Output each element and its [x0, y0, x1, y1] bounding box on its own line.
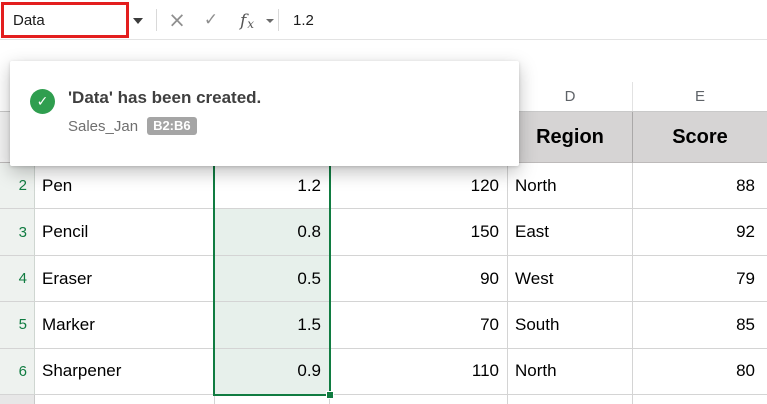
- cell-e7[interactable]: [633, 395, 767, 404]
- cell-b4[interactable]: 0.5: [215, 256, 330, 302]
- insert-function-button[interactable]: f x: [231, 0, 263, 40]
- cell-d2[interactable]: North: [508, 163, 633, 209]
- name-box-value: Data: [13, 12, 45, 29]
- column-header-d[interactable]: D: [508, 82, 633, 111]
- cancel-icon[interactable]: ×: [162, 0, 192, 40]
- cell-a4[interactable]: Eraser: [35, 256, 215, 302]
- fx-label-x: x: [247, 17, 254, 31]
- cell-b2[interactable]: 1.2: [215, 163, 330, 209]
- cell-a6[interactable]: Sharpener: [35, 349, 215, 395]
- cell-d6[interactable]: North: [508, 349, 633, 395]
- cell-c7[interactable]: [330, 395, 508, 404]
- toast-title: 'Data' has been created.: [68, 88, 261, 108]
- cell-c5[interactable]: 70: [330, 302, 508, 348]
- fx-label-f: f: [240, 11, 246, 31]
- cell-a2[interactable]: Pen: [35, 163, 215, 209]
- cell-e3[interactable]: 92: [633, 209, 767, 255]
- cell-b3[interactable]: 0.8: [215, 209, 330, 255]
- cell-e1-score[interactable]: Score: [633, 112, 767, 163]
- name-box[interactable]: Data: [4, 5, 124, 35]
- cell-d3[interactable]: East: [508, 209, 633, 255]
- sheet-name: Sales_Jan: [68, 118, 138, 135]
- row-header-3[interactable]: 3: [0, 209, 35, 255]
- formula-bar: Data × ✓ f x 1.2: [0, 0, 767, 40]
- cell-a5[interactable]: Marker: [35, 302, 215, 348]
- spreadsheet-app: Data × ✓ f x 1.2 D E Region Score 2: [0, 0, 767, 404]
- formula-input[interactable]: 1.2: [293, 0, 314, 40]
- cell-b6[interactable]: 0.9: [215, 349, 330, 395]
- divider: [278, 9, 279, 31]
- row-header-4[interactable]: 4: [0, 256, 35, 302]
- table-row: 6 Sharpener 0.9 110 North 80: [0, 349, 767, 395]
- row-header-5[interactable]: 5: [0, 302, 35, 348]
- row-header-2[interactable]: 2: [0, 163, 35, 209]
- cell-c6[interactable]: 110: [330, 349, 508, 395]
- cell-b5[interactable]: 1.5: [215, 302, 330, 348]
- data-rows: 2 Pen 1.2 120 North 88 3 Pencil 0.8 150 …: [0, 163, 767, 395]
- confirm-icon[interactable]: ✓: [196, 0, 226, 40]
- cell-d7[interactable]: [508, 395, 633, 404]
- column-header-e[interactable]: E: [633, 82, 767, 111]
- cell-d4[interactable]: West: [508, 256, 633, 302]
- cell-e5[interactable]: 85: [633, 302, 767, 348]
- toast-notification: ✓ 'Data' has been created. Sales_Jan B2:…: [10, 61, 519, 166]
- cell-c3[interactable]: 150: [330, 209, 508, 255]
- fx-dropdown-chevron-icon[interactable]: [266, 19, 274, 23]
- table-row: 5 Marker 1.5 70 South 85: [0, 302, 767, 348]
- fill-handle[interactable]: [326, 391, 334, 399]
- cell-c4[interactable]: 90: [330, 256, 508, 302]
- cell-e4[interactable]: 79: [633, 256, 767, 302]
- table-row: 4 Eraser 0.5 90 West 79: [0, 256, 767, 302]
- divider: [156, 9, 157, 31]
- cell-d1-region[interactable]: Region: [508, 112, 633, 163]
- range-badge: B2:B6: [147, 117, 197, 135]
- cell-a7[interactable]: [35, 395, 215, 404]
- cell-c2[interactable]: 120: [330, 163, 508, 209]
- table-row: 3 Pencil 0.8 150 East 92: [0, 209, 767, 255]
- cell-b7[interactable]: [215, 395, 330, 404]
- success-check-icon: ✓: [30, 89, 55, 114]
- cell-e2[interactable]: 88: [633, 163, 767, 209]
- row-header-6[interactable]: 6: [0, 349, 35, 395]
- cell-a3[interactable]: Pencil: [35, 209, 215, 255]
- cell-e6[interactable]: 80: [633, 349, 767, 395]
- row-header-7[interactable]: [0, 395, 35, 404]
- name-box-dropdown-chevron-icon[interactable]: [133, 18, 143, 24]
- toast-subtitle: Sales_Jan B2:B6: [68, 117, 197, 135]
- partial-row-7: [0, 395, 767, 404]
- table-row: 2 Pen 1.2 120 North 88: [0, 163, 767, 209]
- cell-d5[interactable]: South: [508, 302, 633, 348]
